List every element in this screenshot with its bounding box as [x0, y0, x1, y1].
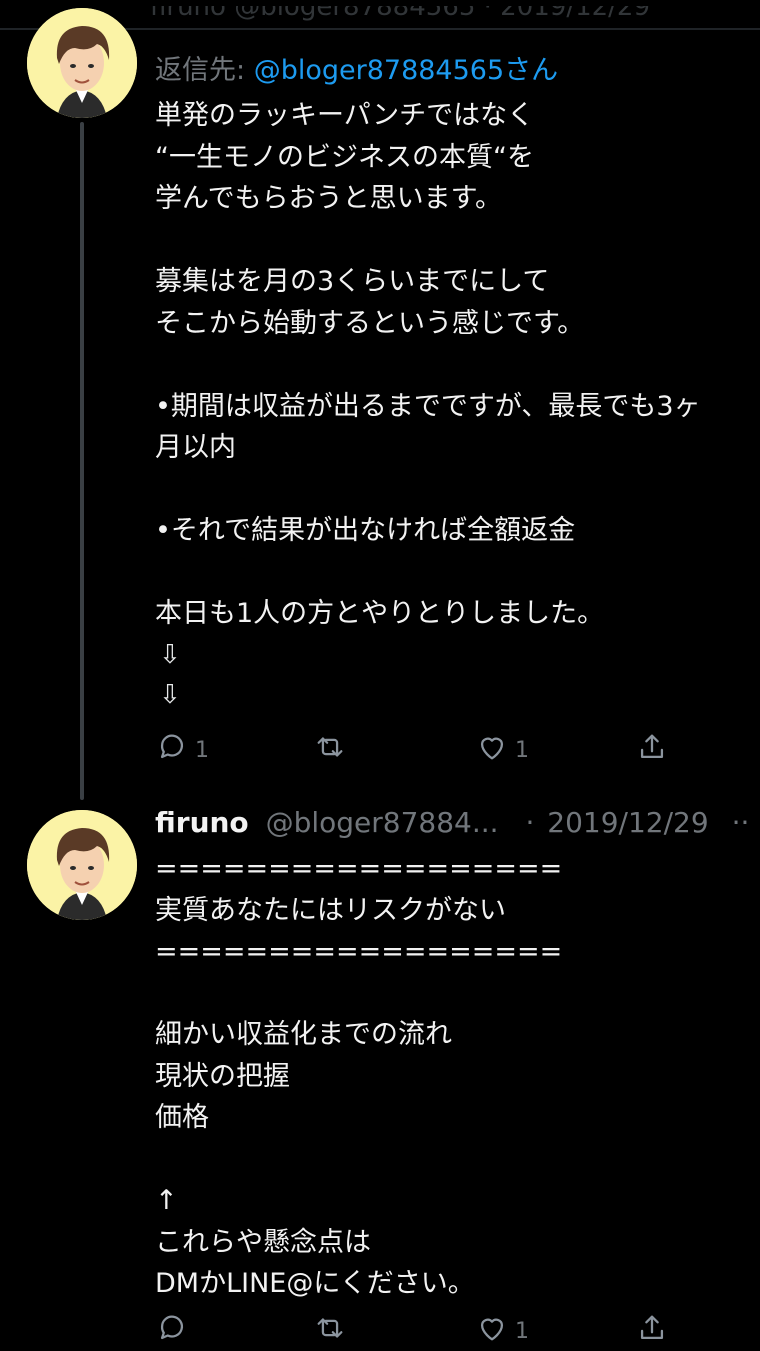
tweet-line: 募集はを月の3くらいまでにして	[155, 266, 550, 297]
tweet-line: そこから始動するという感じです。	[155, 307, 585, 339]
tweet-line: 本日も1人の方とやりとりしました。	[155, 598, 605, 629]
tweet-line: 単発のラッキーパンチではなく	[155, 100, 535, 131]
avatar-illustration	[27, 8, 137, 118]
like-count: 1	[515, 1318, 529, 1344]
tweet-line: 月以内	[155, 432, 236, 463]
tweet-1-actions: 1 1	[155, 730, 675, 770]
like-button[interactable]: 1	[475, 1311, 529, 1351]
thread-connector-line	[80, 122, 84, 800]
tweet-line: これらや懸念点は	[155, 1226, 371, 1258]
tweet-line: 実質あなたにはリスクがない	[155, 894, 506, 926]
down-arrow: ⇩	[159, 679, 181, 710]
tweet-line: 細かい収益化までの流れ	[155, 1019, 452, 1050]
share-button[interactable]	[635, 730, 669, 770]
tweet-line: ==================	[155, 936, 563, 967]
reply-icon	[155, 730, 189, 770]
tweet-2-header: firuno @bloger87884... · 2019/12/29 ··	[155, 806, 760, 846]
reply-icon	[155, 1311, 189, 1351]
reply-to-line: 返信先: @bloger87884565さん	[155, 48, 760, 87]
retweet-button[interactable]	[313, 1311, 353, 1351]
tweet-line: 現状の把握	[155, 1060, 290, 1092]
more-options-icon[interactable]: ··	[732, 806, 750, 839]
tweet-1-text: 単発のラッキーパンチではなく “一生モノのビジネスの本質“を 学んでもらおうと思…	[155, 95, 760, 715]
tweet-2: ================== 実質あなたにはリスクがない =======…	[155, 848, 760, 1305]
tweet-2-text: ================== 実質あなたにはリスクがない =======…	[155, 848, 760, 1305]
like-count: 1	[515, 737, 529, 763]
avatar-illustration	[27, 810, 137, 920]
avatar[interactable]	[27, 810, 137, 920]
tweet-line: DMかLINE@にください。	[155, 1268, 475, 1299]
author-name[interactable]: firuno	[155, 806, 249, 839]
tweet-line: •それで結果が出なければ全額返金	[155, 515, 576, 546]
author-handle[interactable]: @bloger87884...	[266, 806, 499, 839]
retweet-button[interactable]	[313, 730, 353, 770]
share-icon	[635, 1311, 669, 1351]
share-button[interactable]	[635, 1311, 669, 1351]
retweet-icon	[313, 1311, 347, 1351]
separator-dot: ·	[525, 806, 535, 839]
reply-button[interactable]: 1	[155, 730, 209, 770]
tweet-1: 返信先: @bloger87884565さん 単発のラッキーパンチではなく “一…	[155, 48, 760, 715]
avatar[interactable]	[27, 8, 137, 118]
tweet-date[interactable]: 2019/12/29	[547, 806, 708, 839]
like-button[interactable]: 1	[475, 730, 529, 770]
heart-icon	[475, 1311, 509, 1351]
reply-to-label: 返信先:	[155, 55, 246, 86]
share-icon	[635, 730, 669, 770]
reply-to-handle[interactable]: @bloger87884565さん	[254, 55, 558, 86]
tweet-line: ↑	[155, 1185, 178, 1216]
previous-tweet-header: firuno @bloger87884565 · 2019/12/29	[150, 6, 760, 28]
tweet-line: •期間は収益が出るまでですが、最長でも3ヶ	[155, 390, 701, 422]
tweet-line: 価格	[155, 1102, 209, 1133]
previous-tweet-header-text: firuno @bloger87884565 · 2019/12/29	[150, 6, 651, 22]
reply-count: 1	[195, 737, 209, 763]
down-arrow: ⇩	[159, 639, 181, 670]
heart-icon	[475, 730, 509, 770]
tweet-line: ==================	[155, 853, 563, 884]
tweet-line: “一生モノのビジネスの本質“を	[155, 141, 534, 173]
tweet-2-actions: 1	[155, 1311, 675, 1351]
reply-button[interactable]	[155, 1311, 195, 1351]
retweet-icon	[313, 730, 347, 770]
tweet-line: 学んでもらおうと思います。	[155, 183, 502, 214]
